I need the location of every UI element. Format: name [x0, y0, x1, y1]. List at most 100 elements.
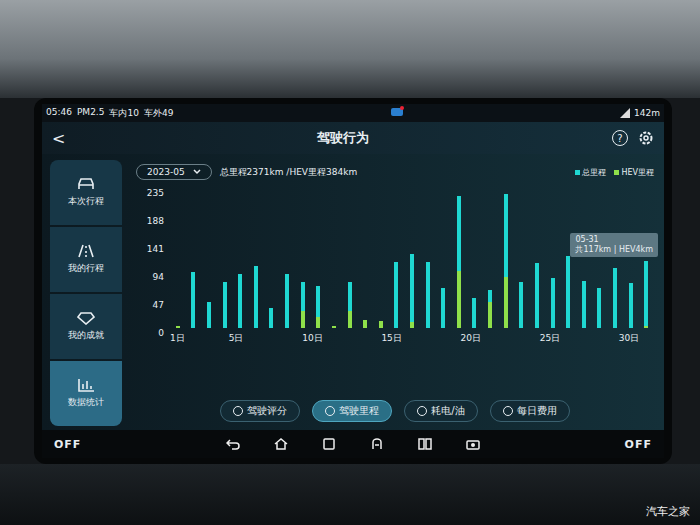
pm-label: PM2.5: [77, 107, 105, 120]
x-axis: 1日 5日 10日 15日 20日 25日 30日: [170, 332, 654, 345]
hev-bar: [176, 326, 180, 328]
total-bar[interactable]: [238, 274, 242, 328]
hev-bar: [363, 320, 367, 328]
tab[interactable]: 驾驶里程: [312, 400, 392, 422]
total-bar[interactable]: [441, 288, 445, 328]
y-tick: 141: [147, 244, 164, 254]
x-tick: 5日: [229, 332, 244, 345]
total-bar[interactable]: [472, 298, 476, 328]
hev-bar: [644, 326, 648, 328]
page-title: 驾驶行为: [317, 129, 369, 147]
bar-chart-icon: [77, 378, 95, 392]
total-bar[interactable]: [566, 256, 570, 328]
x-tick: 20日: [461, 332, 481, 345]
total-bar[interactable]: [332, 326, 336, 328]
right-off-button[interactable]: OFF: [625, 438, 652, 451]
total-bar[interactable]: [316, 286, 320, 328]
home-icon[interactable]: [274, 438, 288, 450]
chart-tooltip: 05-31共117km | HEV4km: [570, 233, 658, 258]
garage-background: [0, 0, 700, 98]
legend-item: 总里程: [575, 167, 606, 178]
total-bar[interactable]: [613, 268, 617, 328]
total-bar[interactable]: [394, 262, 398, 328]
hev-bar: [301, 311, 305, 328]
total-bar[interactable]: [551, 278, 555, 328]
total-bar[interactable]: [582, 281, 586, 328]
total-bar[interactable]: [488, 290, 492, 328]
sidebar-item[interactable]: 我的行程: [50, 227, 122, 292]
camera-icon[interactable]: [466, 438, 480, 450]
total-bar[interactable]: [535, 263, 539, 328]
watermark: 汽车之家: [646, 504, 690, 519]
hev-bar: [410, 322, 414, 328]
nav-bar: OFF OFF: [42, 430, 664, 458]
signal-icon: [620, 108, 630, 118]
sidebar-item[interactable]: 本次行程: [50, 160, 122, 225]
car-screen: 05:46 PM2.5 车内10 车外49 142m < 驾驶行为? 本次行程我的行程我的成就…: [34, 98, 672, 464]
chevron-down-icon: [193, 169, 201, 175]
hev-bar: [379, 321, 383, 328]
signal-reading: 142m: [634, 108, 660, 118]
month-select[interactable]: 2023-05: [136, 164, 212, 180]
inside-reading: 车内10: [109, 107, 138, 120]
total-bar[interactable]: [301, 282, 305, 328]
sidebar: 本次行程我的行程我的成就数据统计: [42, 154, 122, 430]
hev-bar: [457, 271, 461, 328]
total-bar[interactable]: [504, 194, 508, 328]
y-tick: 47: [153, 300, 164, 310]
recent-apps-icon[interactable]: [322, 438, 336, 450]
back-button[interactable]: <: [52, 129, 92, 148]
x-tick: 10日: [302, 332, 322, 345]
total-bar[interactable]: [254, 266, 258, 328]
total-bar[interactable]: [410, 254, 414, 328]
total-bar[interactable]: [426, 262, 430, 328]
split-screen-icon[interactable]: [418, 438, 432, 450]
hev-bar: [332, 326, 336, 328]
x-tick: 15日: [381, 332, 401, 345]
status-bar: 05:46 PM2.5 车内10 车外49 142m: [42, 104, 664, 122]
y-tick: 188: [147, 216, 164, 226]
y-axis: 23518814194470: [136, 188, 170, 338]
photo: 05:46 PM2.5 车内10 车外49 142m < 驾驶行为? 本次行程我的行程我的成就…: [0, 0, 700, 525]
chart-legend: 总里程 HEV里程: [575, 167, 654, 178]
hev-bar: [348, 311, 352, 328]
total-bar[interactable]: [207, 302, 211, 328]
total-bar[interactable]: [519, 282, 523, 328]
hev-bar: [316, 317, 320, 328]
help-button[interactable]: ?: [612, 130, 628, 146]
left-off-button[interactable]: OFF: [54, 438, 81, 451]
total-bar[interactable]: [191, 272, 195, 328]
total-bar[interactable]: [269, 308, 273, 328]
total-bar[interactable]: [629, 283, 633, 328]
clock: 05:46: [46, 107, 72, 120]
outside-reading: 车外49: [144, 107, 173, 120]
x-tick: 1日: [170, 332, 185, 345]
total-bar[interactable]: [223, 282, 227, 328]
sidebar-item[interactable]: 我的成就: [50, 294, 122, 359]
total-bar[interactable]: [363, 320, 367, 328]
plot-area: 05-31共117km | HEV4km: [170, 194, 654, 328]
total-bar[interactable]: [176, 326, 180, 328]
diamond-icon: [77, 311, 95, 325]
x-tick: 25日: [540, 332, 560, 345]
tab[interactable]: 耗电/油: [404, 400, 477, 422]
total-bar[interactable]: [457, 196, 461, 328]
gear-icon[interactable]: [638, 130, 654, 146]
tab[interactable]: 每日费用: [490, 400, 570, 422]
total-bar[interactable]: [285, 274, 289, 328]
back-icon[interactable]: [226, 438, 240, 450]
legend-item: HEV里程: [614, 167, 654, 178]
climate-icon[interactable]: [370, 438, 384, 450]
tab[interactable]: 驾驶评分: [220, 400, 300, 422]
total-bar[interactable]: [644, 261, 648, 328]
total-bar[interactable]: [379, 321, 383, 328]
x-tick: 30日: [619, 332, 639, 345]
total-bar[interactable]: [597, 288, 601, 328]
y-tick: 235: [147, 188, 164, 198]
total-bar[interactable]: [348, 282, 352, 328]
dashboard: [0, 464, 700, 525]
mileage-summary: 总里程2371km /HEV里程384km: [220, 166, 358, 179]
message-icon[interactable]: [390, 106, 404, 118]
car-icon: [77, 177, 95, 191]
sidebar-item[interactable]: 数据统计: [50, 361, 122, 426]
